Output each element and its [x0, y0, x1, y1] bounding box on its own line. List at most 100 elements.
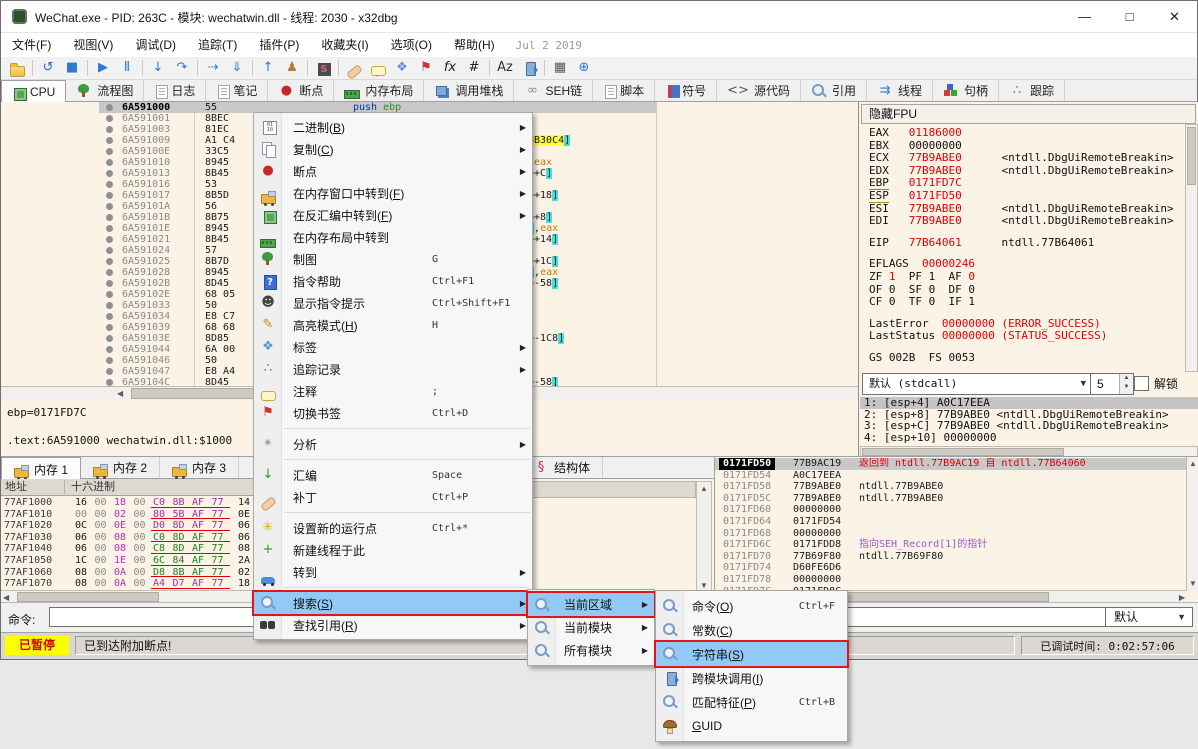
breakpoint-bullet-icon[interactable]	[106, 225, 113, 232]
stack-row[interactable]: 0171FD6000000000	[715, 504, 1186, 516]
menu-item-search-constant[interactable]: 常数(C)	[656, 618, 847, 642]
tab-threads[interactable]: ⇉线程	[867, 80, 933, 101]
breakpoint-bullet-icon[interactable]	[106, 170, 113, 177]
maximize-button[interactable]: □	[1107, 1, 1152, 32]
scroll-up-icon[interactable]: ▲	[700, 483, 708, 494]
breakpoint-bullet-icon[interactable]	[106, 115, 113, 122]
tab-log[interactable]: 日志	[144, 80, 206, 101]
breakpoint-bullet-icon[interactable]	[106, 137, 113, 144]
stack-row[interactable]: 0171FD5077B9AC19返回到 ntdll.77B9AC19 自 ntd…	[715, 458, 1186, 470]
stack-row[interactable]: 0171FD5877B9ABE0ntdll.77B9ABE0	[715, 481, 1186, 493]
tab-cpu[interactable]: CPU	[1, 80, 66, 104]
registers-pane[interactable]: 隐藏FPU EAX 01186000EBX 00000000ECX 77B9AB…	[858, 102, 1198, 456]
breakpoint-bullet-icon[interactable]	[106, 192, 113, 199]
menu-item-search-current-region[interactable]: 当前区域▶	[528, 593, 654, 616]
menubar-item[interactable]: 插件(P)	[248, 33, 310, 57]
breakpoint-bullet-icon[interactable]	[106, 368, 113, 375]
calculator-button[interactable]: ▦	[548, 58, 572, 78]
menu-item-search-guid[interactable]: GUID	[656, 714, 847, 738]
restart-button[interactable]: ↺	[36, 58, 60, 78]
menu-item-search-all-modules[interactable]: 所有模块▶	[528, 639, 654, 662]
pause-button[interactable]: Ⅱ	[115, 58, 139, 78]
tab-references[interactable]: 引用	[801, 80, 867, 101]
cross-references-button[interactable]	[517, 58, 541, 78]
labels-button[interactable]: ❖	[390, 58, 414, 78]
menu-item-follow-in-disassembler[interactable]: 在反汇编中转到(F)▶	[254, 204, 532, 226]
menubar-item[interactable]: 收藏夹(I)	[310, 33, 379, 57]
registers-vscrollbar[interactable]	[1185, 124, 1198, 372]
step-out-button[interactable]: ⇓	[225, 58, 249, 78]
menu-item-label[interactable]: ❖标签▶	[254, 336, 532, 358]
tab-graph[interactable]: 流程图	[66, 80, 144, 101]
menu-item-create-new-thread[interactable]: +新建线程于此	[254, 539, 532, 561]
functions-button[interactable]: fx	[438, 58, 462, 78]
menubar-item[interactable]: 选项(O)	[380, 33, 443, 57]
tab-handles[interactable]: 句柄	[933, 80, 999, 101]
hide-fpu-button[interactable]: 隐藏FPU	[861, 104, 1196, 124]
hash-button[interactable]: #	[462, 58, 486, 78]
breakpoint-bullet-icon[interactable]	[106, 159, 113, 166]
menu-item-analysis[interactable]: ✴分析▶	[254, 433, 532, 455]
breakpoint-bullet-icon[interactable]	[106, 126, 113, 133]
menu-item-search-command[interactable]: 命令(O)Ctrl+F	[656, 594, 847, 618]
menubar-item[interactable]: 调试(D)	[124, 33, 187, 57]
menu-item-show-mnemonic-brief[interactable]: ☻显示指令提示Ctrl+Shift+F1	[254, 292, 532, 314]
stack-row[interactable]: 0171FD5C77B9ABE0ntdll.77B9ABE0	[715, 493, 1186, 505]
scroll-down-icon[interactable]: ▼	[1189, 578, 1197, 589]
close-button[interactable]: ✕	[1152, 1, 1197, 32]
menu-item-graph[interactable]: 制图G	[254, 248, 532, 270]
locals-vscrollbar[interactable]: ▲ ▼	[696, 481, 712, 593]
menu-item-patch[interactable]: 补丁Ctrl+P	[254, 486, 532, 508]
strings-button[interactable]: Az	[493, 58, 517, 78]
stack-row[interactable]: 0171FD6800000000	[715, 528, 1186, 540]
tab-script[interactable]: 脚本	[593, 80, 655, 101]
breakpoint-bullet-icon[interactable]	[106, 269, 113, 276]
menu-item-comment[interactable]: 注释;	[254, 380, 532, 402]
menu-item-search-pattern[interactable]: 匹配特征(P)Ctrl+B	[656, 690, 847, 714]
open-file-button[interactable]	[5, 58, 29, 78]
comments-button[interactable]	[366, 58, 390, 78]
step-over-button[interactable]: ↷	[170, 58, 194, 78]
menu-item-assemble[interactable]: ↓汇编Space	[254, 464, 532, 486]
menu-item-toggle-bookmark[interactable]: ⚑切换书签Ctrl+D	[254, 402, 532, 424]
stack-row[interactable]: 0171FD54A0C17EEA	[715, 470, 1186, 482]
breakpoint-bullet-icon[interactable]	[106, 324, 113, 331]
breakpoint-bullet-icon[interactable]	[106, 313, 113, 320]
scroll-up-icon[interactable]: ▲	[1189, 458, 1197, 469]
menu-item-follow-in-memory-map[interactable]: 在内存布局中转到	[254, 226, 532, 248]
stepper-arrows-icon[interactable]: ▲▼	[1119, 374, 1133, 394]
stack-row[interactable]: 0171FD6C0171FDD8指向SEH_Record[1]的指针	[715, 539, 1186, 551]
argument-count-stepper[interactable]: 5 ▲▼	[1090, 373, 1134, 395]
tab-notes[interactable]: 笔记	[206, 80, 268, 101]
menu-item-instruction-help[interactable]: 指令帮助Ctrl+F1	[254, 270, 532, 292]
memory-tab-3[interactable]: 内存 3	[160, 457, 239, 478]
tab-source[interactable]: <>源代码	[717, 80, 801, 101]
stack-row[interactable]: 0171FD640171FD54	[715, 516, 1186, 528]
argument-row[interactable]: 1: [esp+4] A0C17EEA	[860, 397, 1198, 409]
stack-pane[interactable]: 0171FD5077B9AC19返回到 ntdll.77B9AC19 自 ntd…	[714, 457, 1198, 602]
breakpoint-bullet-icon[interactable]	[106, 181, 113, 188]
breakpoint-bullet-icon[interactable]	[106, 258, 113, 265]
tab-seh[interactable]: ∞SEH链	[514, 80, 593, 101]
patch-button[interactable]	[342, 58, 366, 78]
tab-trace[interactable]: ∴跟踪	[999, 80, 1065, 101]
menu-item-goto[interactable]: 转到▶	[254, 561, 532, 583]
title-bar[interactable]: WeChat.exe - PID: 263C - 模块: wechatwin.d…	[1, 1, 1197, 33]
tab-symbols[interactable]: 符号	[655, 80, 717, 101]
menu-item-search-intermodular-calls[interactable]: 跨模块调用(I)	[656, 666, 847, 690]
breakpoint-bullet-icon[interactable]	[106, 104, 113, 111]
step-into-button[interactable]: ↓	[146, 58, 170, 78]
breakpoint-bullet-icon[interactable]	[106, 247, 113, 254]
unlock-checkbox[interactable]	[1134, 376, 1149, 391]
memory-tab-2[interactable]: 内存 2	[81, 457, 160, 478]
menu-item-copy[interactable]: 复制(C)▶	[254, 138, 532, 160]
stop-button[interactable]: ■	[60, 58, 84, 78]
menu-item-search[interactable]: 搜索(S)▶	[254, 592, 532, 614]
tab-call-stack[interactable]: 调用堆栈	[424, 80, 514, 101]
breakpoint-bullet-icon[interactable]	[106, 214, 113, 221]
menu-item-find-references[interactable]: 查找引用(R)▶	[254, 614, 532, 636]
stack-vscrollbar[interactable]: ▲ ▼	[1186, 457, 1198, 590]
menu-item-search-current-module[interactable]: 当前模块▶	[528, 616, 654, 639]
stack-row[interactable]: 0171FD74D60FE6D6	[715, 562, 1186, 574]
run-button[interactable]: ▶	[91, 58, 115, 78]
